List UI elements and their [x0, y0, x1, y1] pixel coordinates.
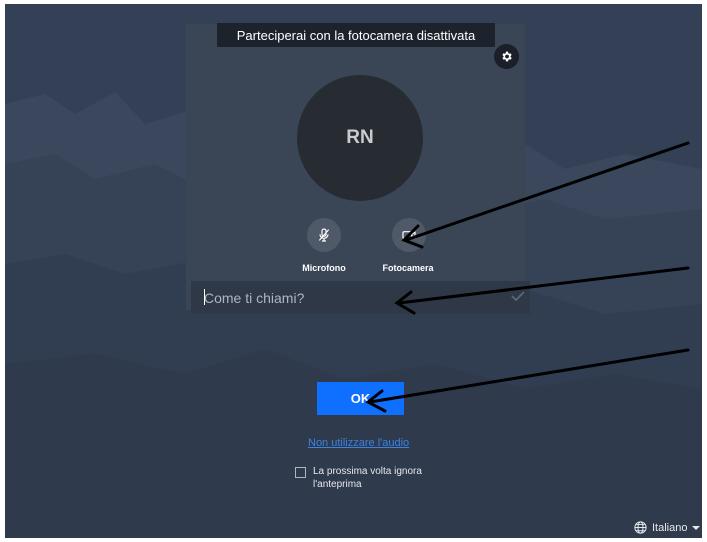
display-name-input[interactable]	[191, 285, 504, 310]
globe-icon	[634, 521, 647, 534]
gear-icon	[502, 51, 512, 62]
settings-button[interactable]	[494, 44, 519, 69]
microphone-toggle-button[interactable]	[307, 218, 341, 252]
language-label: Italiano	[652, 521, 688, 534]
camera-label: Fotocamera	[382, 263, 434, 273]
chevron-down-icon	[692, 525, 701, 530]
skip-preview-label: La prossima volta ignora l'anteprima	[313, 466, 422, 490]
check-icon[interactable]	[511, 290, 525, 302]
skip-preview-checkbox[interactable]	[295, 467, 306, 478]
avatar-initials: RN	[346, 127, 374, 148]
no-audio-link[interactable]: Non utilizzare l'audio	[308, 437, 409, 449]
text-caret	[204, 289, 205, 305]
avatar: RN	[297, 75, 423, 201]
display-name-row	[191, 281, 530, 314]
microphone-muted-icon	[318, 228, 330, 242]
camera-off-icon	[402, 229, 416, 241]
skip-preview-option[interactable]: La prossima volta ignora l'anteprima	[295, 465, 443, 491]
camera-toggle-button[interactable]	[392, 218, 426, 252]
microphone-label: Microfono	[302, 263, 346, 273]
camera-off-banner: Parteciperai con la fotocamera disattiva…	[217, 23, 495, 47]
language-selector[interactable]: Italiano	[633, 520, 701, 535]
ok-button[interactable]: OK	[317, 382, 404, 415]
